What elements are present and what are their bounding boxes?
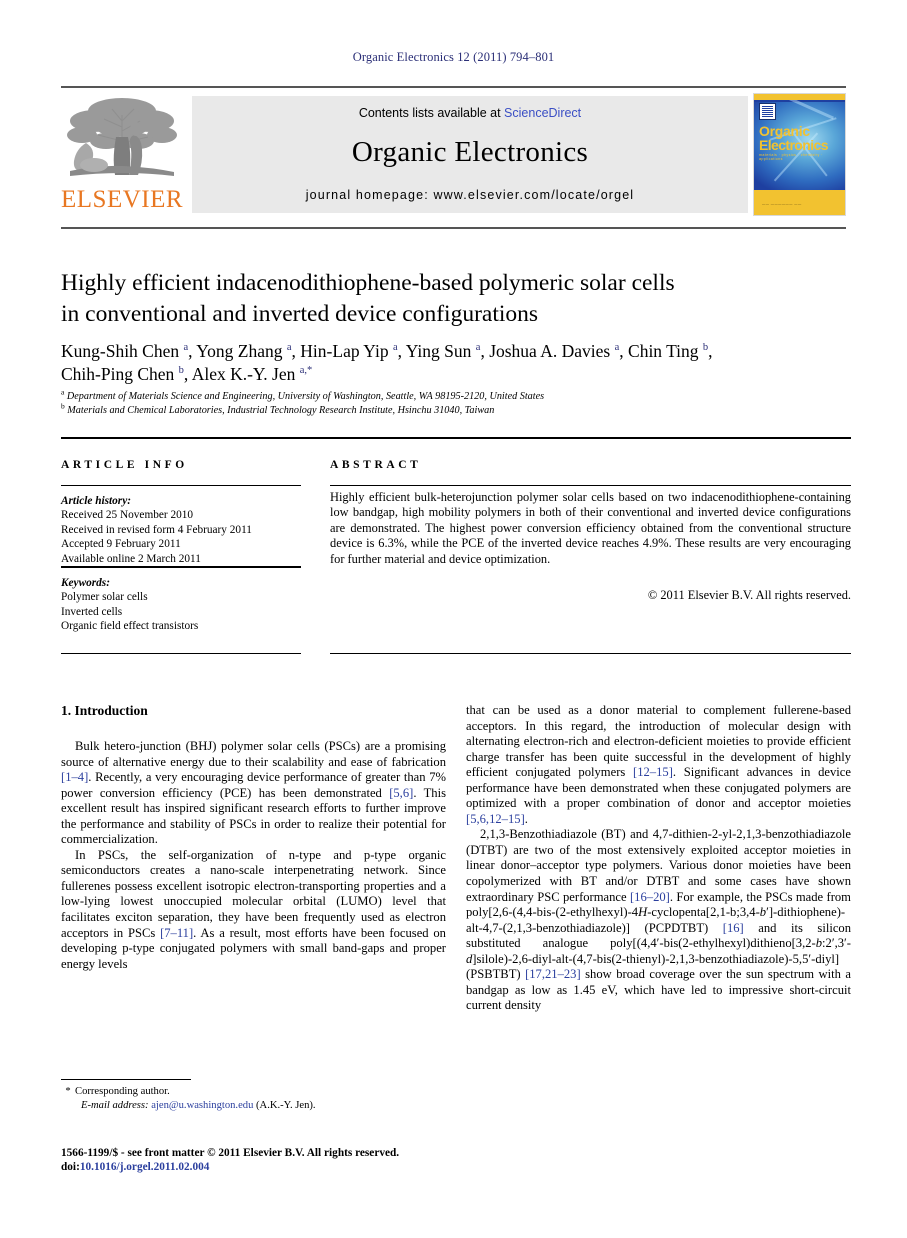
article-history-heading: Article history: <box>61 495 131 507</box>
cover-bottom-bar: —— —————— —— <box>754 190 845 215</box>
imprint-line: 1566-1199/$ - see front matter © 2011 El… <box>61 1147 400 1159</box>
keyword-item: Polymer solar cells <box>61 591 148 604</box>
contents-prefix: Contents lists available at <box>358 106 505 120</box>
footnote-block: * Corresponding author. E-mail address: a… <box>61 1085 461 1112</box>
paragraph: In PSCs, the self-organization of n-type… <box>61 847 446 971</box>
sciencedirect-mark-icon <box>759 103 776 120</box>
cover-top-bar <box>754 94 845 100</box>
title-line-2: in conventional and inverted device conf… <box>61 301 539 327</box>
running-head: Organic Electronics 12 (2011) 794–801 <box>352 50 555 64</box>
author-list: Kung-Shih Chen a, Yong Zhang a, Hin-Lap … <box>61 340 851 386</box>
doi-line: doi:10.1016/j.orgel.2011.02.004 <box>61 1160 461 1174</box>
cover-subtitle: materials · physics · chemistry · applic… <box>759 153 823 161</box>
body-column-left: Bulk hetero-junction (BHJ) polymer solar… <box>61 739 446 972</box>
info-top-rule <box>61 437 851 439</box>
article-info-rule <box>61 485 301 486</box>
contents-line: Contents lists available at ScienceDirec… <box>192 106 748 120</box>
abstract-rule <box>330 485 851 486</box>
sciencedirect-link[interactable]: ScienceDirect <box>504 106 581 120</box>
email-attribution: (A.K.-Y. Jen). <box>256 1099 316 1111</box>
affiliation-b: b Materials and Chemical Laboratories, I… <box>61 401 495 416</box>
keywords-block: Keywords: Polymer solar cells Inverted c… <box>61 576 301 634</box>
title-line-1: Highly efficient indacenodithiophene-bas… <box>61 270 675 296</box>
abstract-text: Highly efficient bulk-heterojunction pol… <box>330 490 851 566</box>
paragraph: 2,1,3-Benzothiadiazole (BT) and 4,7-dith… <box>466 827 852 1013</box>
keyword-item: Organic field effect transistors <box>61 620 199 633</box>
cover-footer-text: —— —————— —— <box>762 202 802 206</box>
author-line-2: Chih-Ping Chen b, Alex K.-Y. Jen a,* <box>61 364 313 384</box>
elsevier-tree-icon <box>67 98 177 176</box>
paragraph: Bulk hetero-junction (BHJ) polymer solar… <box>61 739 446 847</box>
keywords-top-rule <box>61 566 301 568</box>
masthead-top-rule <box>61 86 846 88</box>
journal-cover-thumbnail: Organic Electronics materials · physics … <box>753 93 846 216</box>
abstract-bottom-rule <box>330 653 851 654</box>
keyword-item: Inverted cells <box>61 605 123 618</box>
history-item: Accepted 9 February 2011 <box>61 538 181 551</box>
history-item: Received 25 November 2010 <box>61 509 194 522</box>
doi-value[interactable]: 10.1016/j.orgel.2011.02.004 <box>80 1161 210 1173</box>
email-note: E-mail address: ajen@u.washington.edu (A… <box>61 1099 461 1113</box>
author-line-1: Kung-Shih Chen a, Yong Zhang a, Hin-Lap … <box>61 341 713 361</box>
journal-masthead: ELSEVIER Contents lists available at Sci… <box>61 93 846 216</box>
paper-title: Highly efficient indacenodithiophene-bas… <box>61 268 851 330</box>
info-bottom-rule <box>61 653 301 654</box>
paper-page: Organic Electronics 12 (2011) 794–801 EL… <box>0 0 907 1238</box>
elsevier-wordmark: ELSEVIER <box>61 186 184 213</box>
history-item: Available online 2 March 2011 <box>61 552 201 565</box>
masthead-bottom-rule <box>61 227 846 229</box>
footnote-rule <box>61 1079 191 1080</box>
journal-title: Organic Electronics <box>351 136 589 168</box>
email-label: E-mail address: <box>81 1099 149 1111</box>
imprint-block: 1566-1199/$ - see front matter © 2011 El… <box>61 1146 461 1174</box>
paragraph: that can be used as a donor material to … <box>466 703 851 826</box>
article-history: Article history: Received 25 November 20… <box>61 494 301 566</box>
abstract-copyright: © 2011 Elsevier B.V. All rights reserved… <box>647 588 851 602</box>
corresponding-text: Corresponding author. <box>75 1086 170 1097</box>
doi-label: doi: <box>61 1161 80 1173</box>
corresponding-author-note: * Corresponding author. <box>61 1085 461 1099</box>
affiliation-a: a Department of Materials Science and En… <box>61 387 545 402</box>
journal-homepage[interactable]: journal homepage: www.elsevier.com/locat… <box>192 188 748 202</box>
abstract-label: ABSTRACT <box>330 459 422 471</box>
article-info-label: ARTICLE INFO <box>61 459 188 471</box>
body-column-right: that can be used as a donor material to … <box>466 703 851 1014</box>
email-address[interactable]: ajen@u.washington.edu <box>151 1100 253 1111</box>
elsevier-logo: ELSEVIER <box>61 93 183 216</box>
history-item: Received in revised form 4 February 2011 <box>61 523 252 536</box>
journal-banner: Contents lists available at ScienceDirec… <box>192 96 748 213</box>
cover-title-line2: Electronics <box>759 137 828 153</box>
affiliations: a Department of Materials Science and En… <box>61 387 851 418</box>
corresponding-marker: * <box>65 1086 71 1097</box>
section-heading-introduction: 1. Introduction <box>61 703 148 718</box>
keywords-heading: Keywords: <box>61 577 110 589</box>
